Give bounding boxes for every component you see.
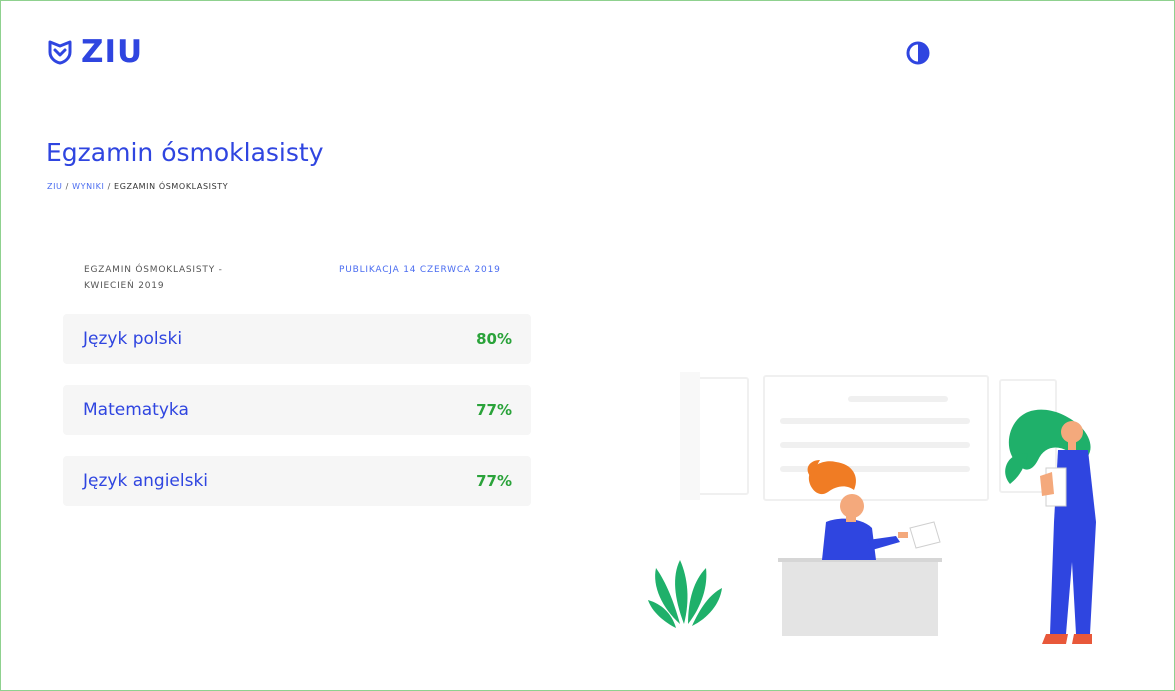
results-header: EGZAMIN ÓSMOKLASISTY - KWIECIEŃ 2019 PUB… [84, 262, 524, 294]
subject-score: 80% [476, 330, 512, 348]
breadcrumb-results-link[interactable]: WYNIKI [72, 182, 104, 191]
subject-score: 77% [476, 401, 512, 419]
board-lines [780, 396, 970, 472]
subject-name: Matematyka [83, 400, 189, 420]
contrast-icon[interactable] [906, 41, 930, 65]
background-boards [680, 372, 1057, 501]
breadcrumb-separator: / [104, 182, 115, 191]
exam-name: EGZAMIN ÓSMOKLASISTY - KWIECIEŃ 2019 [84, 265, 223, 291]
shield-logo-icon [48, 40, 72, 65]
result-row-math[interactable]: Matematyka 77% [63, 385, 531, 435]
breadcrumb-current: EGZAMIN ÓSMOKLASISTY [114, 182, 229, 191]
result-row-polish[interactable]: Język polski 80% [63, 314, 531, 364]
desk [782, 560, 938, 636]
breadcrumb-home-link[interactable]: ZIU [47, 182, 63, 191]
standing-woman [1005, 409, 1096, 644]
seated-woman [807, 460, 941, 560]
results-list: Język polski 80% Matematyka 77% Język an… [63, 314, 531, 527]
result-row-english[interactable]: Język angielski 77% [63, 456, 531, 506]
breadcrumb-separator: / [62, 182, 73, 191]
office-illustration [648, 372, 1096, 644]
breadcrumb: ZIU / WYNIKI / EGZAMIN ÓSMOKLASISTY [47, 181, 228, 193]
publication-date: PUBLIKACJA 14 CZERWCA 2019 [339, 265, 501, 275]
subject-name: Język angielski [83, 471, 209, 491]
page-title: Egzamin ósmoklasisty [46, 138, 324, 167]
brand-name: ZIU [81, 34, 144, 70]
subject-name: Język polski [83, 329, 183, 349]
subject-score: 77% [476, 472, 512, 490]
plant [648, 560, 722, 628]
brand-logo[interactable]: ZIU [47, 34, 143, 70]
